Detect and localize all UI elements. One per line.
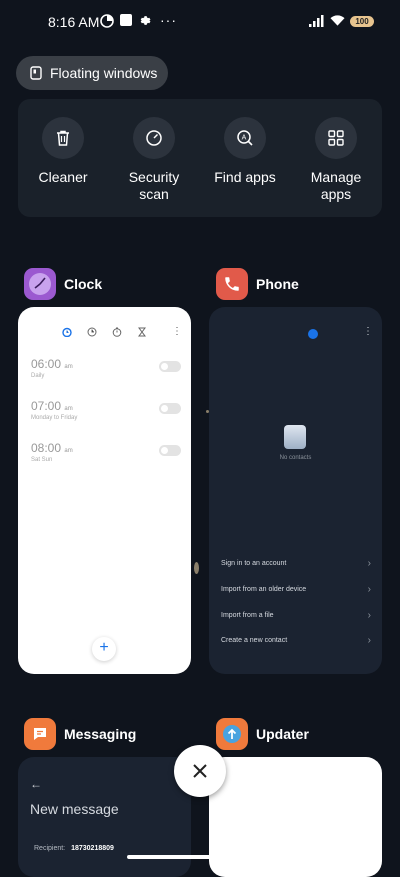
updater-app-header[interactable]: Updater: [216, 718, 309, 750]
timer-tab-icon[interactable]: [137, 327, 147, 337]
messaging-app-header[interactable]: Messaging: [24, 718, 136, 750]
cleaner-label: Cleaner: [38, 169, 88, 185]
updater-app-name: Updater: [256, 726, 309, 742]
phone-app-icon: [216, 268, 248, 300]
updater-app-icon: [216, 718, 248, 750]
alarm-time: 07:00: [31, 399, 62, 413]
world-clock-tab-icon[interactable]: [87, 327, 97, 337]
messaging-app-name: Messaging: [64, 726, 137, 742]
create-contact-option[interactable]: Create a new contact: [221, 635, 371, 646]
import-file-option[interactable]: Import from a file: [221, 610, 371, 621]
recipient-field[interactable]: Recipient: 18730218809: [34, 845, 114, 852]
clock-app-name: Clock: [64, 276, 103, 292]
alarm-repeat: Monday to Friday: [31, 415, 78, 421]
clock-app-card[interactable]: ⋮ 06:00 am Daily 07:00 am Monday to Frid…: [18, 307, 191, 674]
more-options-icon[interactable]: ⋮: [363, 326, 373, 337]
alarm-ampm: am: [64, 364, 73, 370]
alarm-toggle[interactable]: [159, 403, 181, 414]
manage-apps-label: Manage apps: [310, 169, 362, 202]
sign-in-option[interactable]: Sign in to an account: [221, 558, 371, 569]
import-older-device-option[interactable]: Import from an older device: [221, 584, 371, 595]
alarm-item[interactable]: 07:00 am Monday to Friday: [31, 399, 181, 421]
floating-window-icon: [30, 66, 42, 80]
svg-text:A: A: [242, 135, 247, 142]
security-scan-label: Security scan: [128, 169, 180, 202]
trash-icon: [57, 130, 69, 146]
status-time: 8:16 AM: [48, 14, 100, 30]
contacts-icon: [284, 425, 306, 449]
alarm-toggle[interactable]: [159, 445, 181, 456]
clock-app-header[interactable]: Clock: [24, 268, 102, 300]
alarm-time: 06:00: [31, 357, 62, 371]
alarm-time: 08:00: [31, 441, 62, 455]
find-apps-icon: A: [237, 130, 253, 146]
no-contacts-label: No contacts: [279, 455, 312, 461]
status-bar: 8:16 AM ··· 100: [0, 0, 400, 44]
data-saver-icon: [100, 14, 114, 28]
alarm-ampm: am: [64, 406, 73, 412]
security-scan-icon: [146, 130, 162, 146]
new-message-title: New message: [30, 801, 119, 817]
battery-icon: 100: [350, 16, 374, 27]
background-star: [194, 562, 199, 574]
cleaner-button[interactable]: Cleaner: [18, 117, 108, 186]
wifi-icon: [330, 15, 345, 26]
back-arrow-icon[interactable]: ←: [30, 777, 42, 791]
alarm-toggle[interactable]: [159, 361, 181, 372]
floating-windows-label: Floating windows: [50, 65, 158, 81]
floating-windows-button[interactable]: Floating windows: [16, 56, 168, 90]
clear-all-button[interactable]: [174, 745, 226, 797]
alarm-tab-icon[interactable]: [62, 327, 72, 337]
clock-app-icon: [24, 268, 56, 300]
phone-app-card[interactable]: ⋮ No contacts Sign in to an account Impo…: [209, 307, 382, 674]
dialer-tab-icon[interactable]: [308, 329, 318, 339]
quick-actions-panel: Cleaner Security scan A Find apps Manage…: [18, 99, 382, 217]
alarm-repeat: Sat Sun: [31, 457, 53, 463]
manage-apps-button[interactable]: Manage apps: [291, 117, 381, 203]
find-apps-button[interactable]: A Find apps: [200, 117, 290, 186]
updater-app-card[interactable]: [209, 757, 382, 877]
messaging-app-card[interactable]: ← New message Recipient: 18730218809: [18, 757, 191, 877]
messaging-app-icon: [24, 718, 56, 750]
notification-icon: [120, 14, 132, 26]
more-options-icon[interactable]: ⋮: [172, 326, 182, 337]
home-indicator[interactable]: [127, 855, 273, 859]
settings-gear-icon: [140, 16, 151, 25]
recipient-value: 18730218809: [71, 845, 114, 852]
phone-app-header[interactable]: Phone: [216, 268, 299, 300]
find-apps-label: Find apps: [214, 169, 276, 185]
security-scan-button[interactable]: Security scan: [109, 117, 199, 203]
phone-app-name: Phone: [256, 276, 299, 292]
alarm-ampm: am: [64, 448, 73, 454]
stopwatch-tab-icon[interactable]: [112, 327, 122, 337]
close-icon: [193, 764, 207, 778]
grid-icon: [328, 130, 344, 146]
add-alarm-button[interactable]: +: [92, 637, 116, 661]
recipient-label: Recipient:: [34, 845, 66, 852]
alarm-item[interactable]: 08:00 am Sat Sun: [31, 441, 181, 463]
alarm-repeat: Daily: [31, 373, 45, 379]
signal-icon: [309, 15, 324, 27]
alarm-item[interactable]: 06:00 am Daily: [31, 357, 181, 379]
more-dots-icon: ···: [160, 12, 177, 28]
